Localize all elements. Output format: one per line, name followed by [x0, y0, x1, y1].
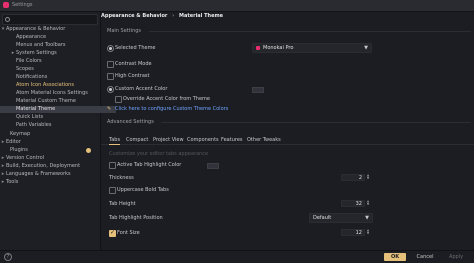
sidebar-item-appearance[interactable]: Appearance — [0, 34, 116, 41]
settings-panel: Appearance & Behavior › Material Theme M… — [101, 12, 474, 250]
high-contrast-label: High Contrast — [115, 73, 150, 79]
sidebar-item-build-execution[interactable]: ▸ Build, Execution, Deployment — [0, 163, 100, 170]
tabs-hint: Customize your editor tabs appearance — [109, 151, 209, 157]
sidebar-item-editor[interactable]: ▸ Editor — [0, 139, 100, 146]
sidebar-item-material-custom-theme[interactable]: Material Custom Theme — [0, 98, 116, 105]
breadcrumb: Appearance & Behavior › Material Theme — [101, 13, 224, 19]
thickness-label: Thickness — [109, 175, 134, 181]
ok-button[interactable]: OK — [384, 253, 406, 261]
sidebar-item-path-variables[interactable]: Path Variables — [0, 122, 116, 129]
sidebar-item-plugins[interactable]: Plugins — [0, 147, 110, 154]
cancel-button[interactable]: Cancel — [412, 253, 438, 261]
monokai-theme-icon — [256, 46, 260, 50]
palette-icon: ✎ — [107, 106, 112, 112]
help-icon[interactable]: ? — [4, 253, 12, 261]
divider — [149, 31, 471, 32]
sidebar-item-menus-toolbars[interactable]: Menus and Toolbars — [0, 42, 116, 49]
tab-other-tweaks[interactable]: Other Tweaks — [247, 136, 281, 144]
apply-button[interactable]: Apply — [444, 253, 468, 261]
dialog-footer: ? OK Cancel Apply — [0, 250, 474, 263]
app-icon — [3, 2, 9, 8]
font-size-stepper[interactable]: 12 — [341, 229, 365, 236]
contrast-mode-label: Contrast Mode — [115, 61, 152, 67]
contrast-mode-checkbox[interactable] — [107, 61, 114, 68]
sidebar-item-languages-frameworks[interactable]: ▸ Languages & Frameworks — [0, 171, 100, 178]
high-contrast-checkbox[interactable] — [107, 73, 114, 80]
uppercase-bold-label: Uppercase Bold Tabs — [117, 187, 169, 193]
font-size-label: Font Size — [117, 230, 140, 236]
search-input[interactable] — [2, 14, 98, 25]
search-icon — [5, 17, 10, 22]
selected-theme-radio[interactable] — [107, 45, 114, 52]
stepper-arrows-icon[interactable]: ▲ ▼ — [365, 229, 371, 236]
main-settings-heading: Main Settings — [107, 28, 142, 34]
stepper-arrows-icon[interactable]: ▲ ▼ — [365, 200, 371, 207]
advanced-tabs: Tabs Compact Project View Components Fea… — [101, 136, 474, 145]
tab-highlight-position-label: Tab Highlight Position — [109, 215, 163, 221]
uppercase-bold-checkbox[interactable] — [109, 187, 116, 194]
accent-color-swatch[interactable] — [252, 87, 264, 93]
sidebar-item-file-colors[interactable]: File Colors — [0, 58, 116, 65]
title-bar: Settings — [0, 0, 474, 12]
tab-height-stepper[interactable]: 32 — [341, 200, 365, 207]
sidebar-item-quick-lists[interactable]: Quick Lists — [0, 114, 116, 121]
stepper-arrows-icon[interactable]: ▲ ▼ — [365, 174, 371, 181]
sidebar-item-version-control[interactable]: ▸ Version Control — [0, 155, 100, 162]
active-tab-highlight-swatch[interactable] — [207, 163, 219, 169]
selected-theme-dropdown[interactable]: Monokai Pro ▼ — [252, 43, 372, 53]
override-accent-checkbox[interactable] — [115, 96, 122, 103]
sidebar-item-atom-icon-associations[interactable]: Atom Icon Associations — [0, 82, 116, 89]
divider — [161, 122, 471, 123]
advanced-settings-heading: Advanced Settings — [107, 119, 154, 125]
sidebar-item-notifications[interactable]: Notifications — [0, 74, 116, 81]
active-tab-highlight-label: Active Tab Highlight Color — [117, 162, 182, 168]
window-title: Settings — [12, 2, 33, 8]
custom-accent-label: Custom Accent Color — [115, 86, 168, 92]
thickness-stepper[interactable]: 2 — [341, 174, 365, 181]
chevron-down-icon: ▼ — [365, 215, 369, 221]
tab-compact[interactable]: Compact — [126, 136, 148, 144]
tab-project-view[interactable]: Project View — [153, 136, 184, 144]
tab-components[interactable]: Components — [187, 136, 219, 144]
sidebar-item-keymap[interactable]: Keymap — [0, 131, 110, 138]
tab-highlight-position-dropdown[interactable]: Default ▼ — [309, 213, 373, 223]
sidebar-item-tools[interactable]: ▸ Tools — [0, 179, 100, 186]
active-tab-highlight-checkbox[interactable] — [109, 162, 116, 169]
selected-theme-label: Selected Theme — [115, 45, 156, 51]
plugins-update-badge — [86, 148, 91, 153]
settings-sidebar: ▾ Appearance & Behavior Appearance Menus … — [0, 12, 116, 250]
tab-tabs[interactable]: Tabs — [109, 136, 121, 145]
custom-accent-radio[interactable] — [107, 86, 114, 93]
sidebar-item-appearance-behavior[interactable]: ▾ Appearance & Behavior — [0, 26, 100, 33]
sidebar-item-atom-material-icons[interactable]: Atom Material Icons Settings — [0, 90, 116, 97]
tab-features[interactable]: Features — [221, 136, 243, 144]
override-accent-label: Override Accent Color from Theme — [123, 96, 210, 102]
tab-height-label: Tab Height — [109, 201, 136, 207]
sidebar-item-scopes[interactable]: Scopes — [0, 66, 116, 73]
sidebar-item-system-settings[interactable]: ▸ System Settings — [0, 50, 110, 57]
chevron-down-icon: ▼ — [364, 45, 368, 51]
font-size-checkbox[interactable] — [109, 229, 116, 237]
sidebar-item-material-theme[interactable]: Material Theme — [0, 106, 116, 113]
configure-theme-link[interactable]: Click here to configure Custom Theme Col… — [115, 106, 228, 112]
